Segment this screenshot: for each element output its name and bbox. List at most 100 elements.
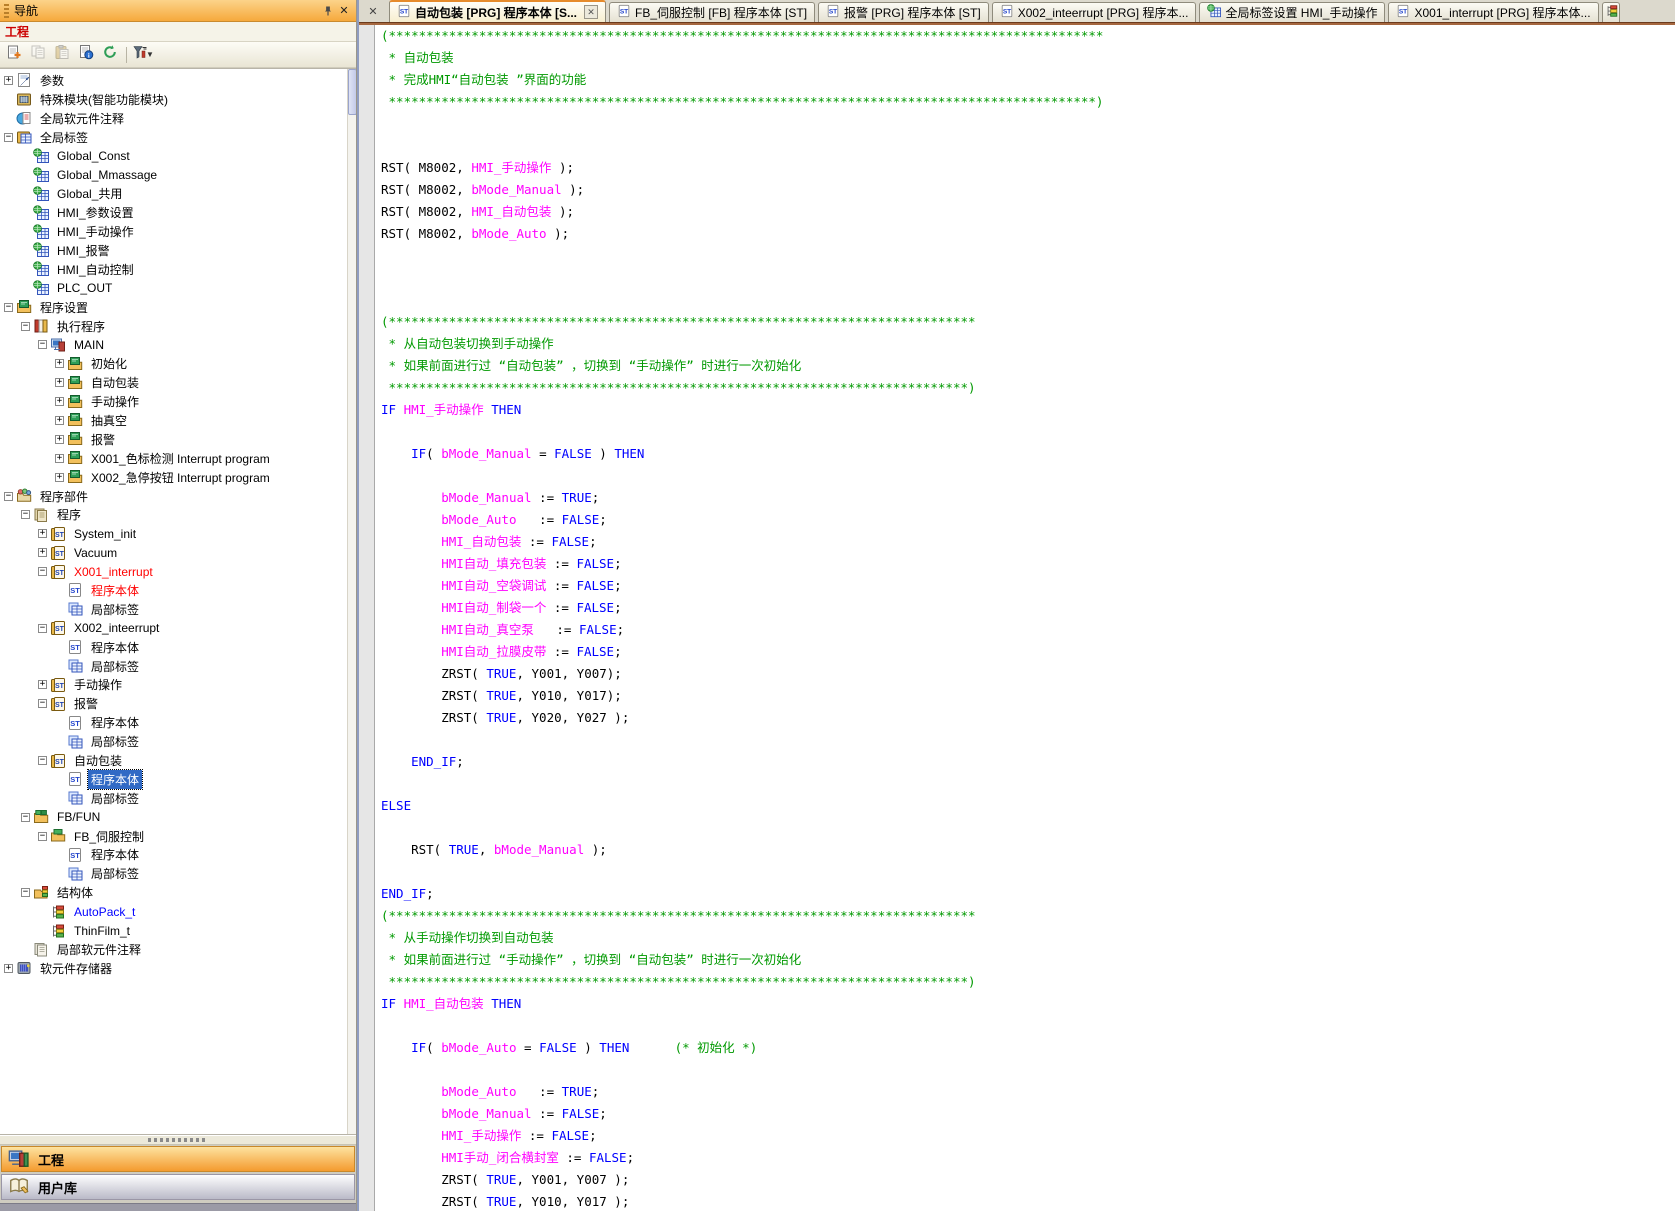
panel-grip[interactable] <box>4 4 9 18</box>
tree-item[interactable]: ST程序本体 <box>0 581 356 600</box>
expand-icon[interactable]: + <box>55 416 64 425</box>
expand-icon[interactable]: + <box>55 454 64 463</box>
document-tab[interactable]: ST自动包装 [PRG] 程序本体 [S...✕ <box>389 0 606 22</box>
expand-icon[interactable]: + <box>55 359 64 368</box>
tree-item[interactable]: PLC_OUT <box>0 279 356 298</box>
tree-item[interactable]: 局部标签 <box>0 600 356 619</box>
tree-item[interactable]: 局部标签 <box>0 732 356 751</box>
expand-icon[interactable]: + <box>4 964 13 973</box>
tree-item[interactable]: +报警 <box>0 430 356 449</box>
collapse-icon[interactable]: − <box>38 756 47 765</box>
tree-item[interactable]: +初始化 <box>0 354 356 373</box>
tree-item[interactable]: −MAIN <box>0 335 356 354</box>
tree-item[interactable]: +自动包装 <box>0 373 356 392</box>
tree-item[interactable]: ST程序本体 <box>0 713 356 732</box>
pin-icon[interactable] <box>320 3 336 19</box>
tree-item[interactable]: 局部标签 <box>0 657 356 676</box>
expand-icon[interactable]: + <box>38 529 47 538</box>
expand-icon[interactable]: + <box>55 397 64 406</box>
document-tab[interactable]: STFB_伺服控制 [FB] 程序本体 [ST] <box>609 2 815 22</box>
document-tab[interactable]: 全局标签设置 HMI_手动操作 <box>1199 2 1385 22</box>
expand-icon[interactable]: + <box>4 76 13 85</box>
tree-item[interactable]: HMI_报警 <box>0 241 356 260</box>
tree-item[interactable]: +STSystem_init <box>0 524 356 543</box>
panel-button-project[interactable]: 工程 <box>1 1146 355 1172</box>
collapse-icon[interactable]: − <box>38 699 47 708</box>
document-tab[interactable]: STX002_inteerrupt [PRG] 程序本... <box>992 2 1197 22</box>
tree-item[interactable]: +STVacuum <box>0 543 356 562</box>
collapse-icon[interactable]: − <box>21 510 30 519</box>
tree-item[interactable]: −ST自动包装 <box>0 751 356 770</box>
refresh-button[interactable] <box>99 45 121 65</box>
tree-item[interactable]: ST程序本体 <box>0 770 356 789</box>
tree-item[interactable]: −程序设置 <box>0 298 356 317</box>
tree-item[interactable]: +手动操作 <box>0 392 356 411</box>
properties-button[interactable]: i <box>75 45 97 65</box>
tree-item[interactable]: HMI_自动控制 <box>0 260 356 279</box>
document-tab[interactable]: STX001_interrupt [PRG] 程序本体... <box>1388 2 1598 22</box>
document-tab[interactable] <box>1602 2 1620 22</box>
collapse-icon[interactable]: − <box>38 624 47 633</box>
expand-icon[interactable]: + <box>55 435 64 444</box>
tree-item[interactable]: +软元件存储器 <box>0 959 356 978</box>
tree-item[interactable]: −全局标签 <box>0 128 356 147</box>
collapse-icon[interactable]: − <box>38 567 47 576</box>
tree-item[interactable]: +X001_色标检测 Interrupt program <box>0 449 356 468</box>
sort-button[interactable]: ▼ <box>132 45 154 65</box>
collapse-icon[interactable]: − <box>38 832 47 841</box>
expand-icon[interactable]: + <box>38 680 47 689</box>
code-area[interactable]: (***************************************… <box>375 25 1675 1211</box>
tree-item[interactable]: ST程序本体 <box>0 638 356 657</box>
tree-item[interactable]: Global_Const <box>0 147 356 166</box>
tree-item[interactable]: −FB/FUN <box>0 808 356 827</box>
new-item-button[interactable] <box>3 45 25 65</box>
close-icon[interactable]: ✕ <box>336 3 352 19</box>
tree-item[interactable]: +X002_急停按钮 Interrupt program <box>0 468 356 487</box>
collapse-icon[interactable]: − <box>21 813 30 822</box>
paste-button[interactable] <box>51 45 73 65</box>
tree-item[interactable]: 局部软元件注释 <box>0 940 356 959</box>
tree-item[interactable]: −程序 <box>0 505 356 524</box>
tabbar-close-icon[interactable]: ✕ <box>365 3 381 19</box>
editor-margin[interactable] <box>359 25 375 1211</box>
tree-item[interactable]: +抽真空 <box>0 411 356 430</box>
panel-button-userlib[interactable]: 用户库 <box>1 1174 355 1200</box>
expand-icon[interactable]: + <box>55 378 64 387</box>
panel-splitter[interactable] <box>0 1135 356 1145</box>
collapse-icon[interactable]: − <box>4 492 13 501</box>
tree-item[interactable]: −程序部件 <box>0 487 356 506</box>
tree-item[interactable]: −执行程序 <box>0 317 356 336</box>
tree-item[interactable]: −ST报警 <box>0 694 356 713</box>
collapse-icon[interactable]: − <box>4 303 13 312</box>
tree-item[interactable]: −STX002_inteerrupt <box>0 619 356 638</box>
navigation-toolbar: i▼ <box>0 42 356 68</box>
collapse-icon[interactable]: − <box>21 322 30 331</box>
tree-item[interactable]: HMI_参数设置 <box>0 203 356 222</box>
svg-text:ST: ST <box>70 586 80 595</box>
tree-item[interactable]: ThinFilm_t <box>0 921 356 940</box>
tree-item[interactable]: 局部标签 <box>0 789 356 808</box>
copy-button[interactable] <box>27 45 49 65</box>
tree-item[interactable]: AutoPack_t <box>0 902 356 921</box>
tree-item[interactable]: ST程序本体 <box>0 846 356 865</box>
tree-item[interactable]: Global_Mmassage <box>0 165 356 184</box>
tree-item[interactable]: −FB_伺服控制 <box>0 827 356 846</box>
tree-scrollbar[interactable] <box>347 69 356 1134</box>
tree-item[interactable]: −结构体 <box>0 883 356 902</box>
close-icon[interactable]: ✕ <box>584 5 598 19</box>
expand-icon[interactable]: + <box>55 473 64 482</box>
tree-item[interactable]: +参数 <box>0 71 356 90</box>
collapse-icon[interactable]: − <box>4 133 13 142</box>
tree-item[interactable]: +ST手动操作 <box>0 676 356 695</box>
tree-item[interactable]: 特殊模块(智能功能模块) <box>0 90 356 109</box>
expand-icon[interactable]: + <box>38 548 47 557</box>
collapse-icon[interactable]: − <box>21 888 30 897</box>
tree-item[interactable]: 局部标签 <box>0 864 356 883</box>
collapse-icon[interactable]: − <box>38 340 47 349</box>
tree-scrollbar-thumb[interactable] <box>348 69 356 115</box>
tree-item[interactable]: Global_共用 <box>0 184 356 203</box>
document-tab[interactable]: ST报警 [PRG] 程序本体 [ST] <box>818 2 989 22</box>
tree-item[interactable]: HMI_手动操作 <box>0 222 356 241</box>
tree-item[interactable]: 全局软元件注释 <box>0 109 356 128</box>
tree-item[interactable]: −STX001_interrupt <box>0 562 356 581</box>
